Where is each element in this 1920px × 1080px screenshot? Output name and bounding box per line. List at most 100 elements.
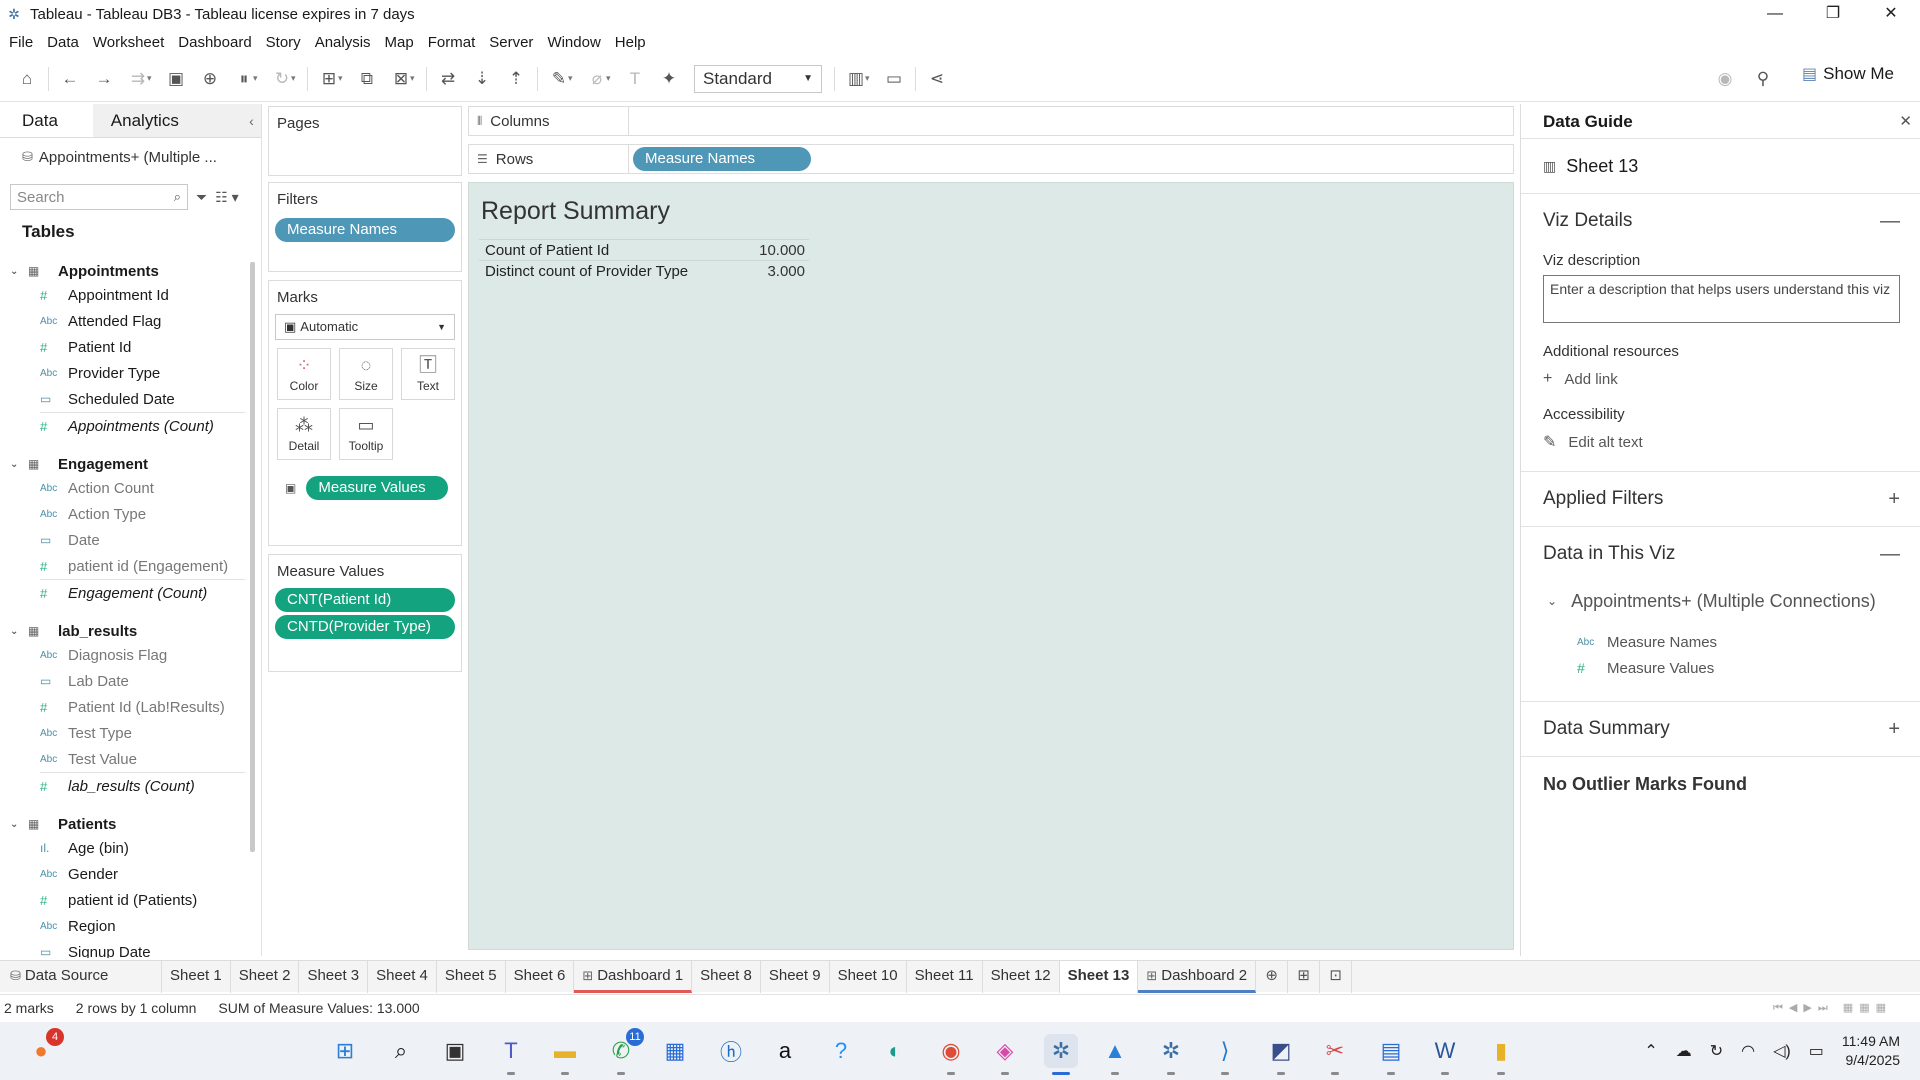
format-painter-icon[interactable]: ⚲ (1746, 62, 1780, 96)
battery-icon[interactable]: ▭ (1809, 1041, 1824, 1061)
field-item[interactable]: # Patient Id (Lab!Results) (40, 694, 246, 720)
close-icon[interactable]: ✕ (1899, 112, 1912, 130)
table-row[interactable]: Count of Patient Id 10.000 (479, 239, 809, 260)
search-input[interactable]: Search ⌕ (10, 184, 188, 210)
field-item[interactable]: Abc Diagnosis Flag (40, 642, 246, 668)
color-button[interactable]: ⁘ Color (277, 348, 331, 400)
new-datasource-icon[interactable]: ⊕ (193, 62, 227, 96)
menu-help[interactable]: Help (615, 34, 646, 51)
field-item[interactable]: Abc Gender (40, 861, 246, 887)
menu-story[interactable]: Story (266, 34, 301, 51)
sheet-tab[interactable]: Sheet 11 (907, 960, 983, 993)
collapse-icon[interactable]: — (1880, 210, 1900, 233)
whatsapp-icon[interactable]: ✆ 11 (604, 1028, 644, 1075)
menu-format[interactable]: Format (428, 34, 476, 51)
mark-type-select[interactable]: ▣ Automatic ▼ (275, 314, 455, 340)
sheet-tab[interactable]: Sheet 12 (983, 960, 1060, 993)
chrome-icon[interactable]: ◉ (934, 1034, 968, 1075)
sheet-tab[interactable]: Sheet 4 (368, 960, 437, 993)
measure-pill[interactable]: CNT(Patient Id) (275, 588, 455, 612)
word-icon[interactable]: W (1428, 1034, 1462, 1075)
sheet-tab[interactable]: Sheet 1 (162, 960, 231, 993)
sheet-tab[interactable]: Sheet 5 (437, 960, 506, 993)
columns-shelf[interactable]: ⦀ Columns (468, 106, 1514, 136)
fit-select[interactable]: Standard ▼ (694, 64, 822, 93)
powerbi-icon[interactable]: ▮ (1484, 1034, 1518, 1075)
rows-shelf[interactable]: ☰ Rows Measure Names (468, 144, 1514, 174)
edge-icon[interactable]: ◐ (878, 1034, 912, 1068)
field-item[interactable]: Abc Action Count (40, 475, 246, 501)
sync-icon[interactable]: ↻ (1710, 1041, 1723, 1061)
field-item[interactable]: ıl. Age (bin) (40, 835, 246, 861)
tab-data-source[interactable]: ⛁ Data Source (0, 960, 162, 993)
expand-icon[interactable]: + (1888, 718, 1900, 741)
clock[interactable]: 11:49 AM 9/4/2025 (1842, 1032, 1900, 1070)
copilot-icon[interactable]: ◈ (988, 1034, 1022, 1075)
sheet-tab-active[interactable]: Sheet 13 (1059, 960, 1139, 993)
field-item[interactable]: ▭ Date (40, 527, 246, 553)
task-view-icon[interactable]: ▣ (438, 1034, 472, 1068)
collapse-icon[interactable]: — (1880, 543, 1900, 566)
field-item[interactable]: # lab_results (Count) (40, 773, 246, 799)
tab-analytics[interactable]: Analytics (92, 104, 242, 137)
dashboard-tab[interactable]: ⊞ Dashboard 2 (1138, 960, 1257, 993)
redo-icon[interactable]: → (87, 62, 121, 96)
menu-analysis[interactable]: Analysis (315, 34, 371, 51)
field-item[interactable]: # Patient Id (40, 334, 246, 360)
amazon-icon[interactable]: a (768, 1034, 802, 1068)
menu-dashboard[interactable]: Dashboard (178, 34, 251, 51)
add-link-button[interactable]: + Add link (1521, 366, 1920, 392)
teams-icon[interactable]: T (494, 1034, 528, 1075)
guide-field-item[interactable]: Abc Measure Names (1521, 629, 1920, 655)
dashboard-tab[interactable]: ⊞ Dashboard 1 (574, 960, 693, 993)
data-pane-scrollbar[interactable] (250, 262, 255, 852)
field-item[interactable]: ▭ Signup Date (40, 939, 246, 959)
field-item[interactable]: # Engagement (Count) (40, 580, 246, 606)
tooltip-button[interactable]: ▭ Tooltip (339, 408, 393, 460)
menu-window[interactable]: Window (547, 34, 600, 51)
field-item[interactable]: Abc Provider Type (40, 360, 246, 386)
rows-pill[interactable]: Measure Names (633, 147, 811, 171)
field-item[interactable]: ▭ Lab Date (40, 668, 246, 694)
field-item[interactable]: # patient id (Engagement) (40, 553, 246, 579)
tableau-prep-icon[interactable]: ✲ (1154, 1034, 1188, 1075)
viz-canvas[interactable]: Report Summary Count of Patient Id 10.00… (468, 182, 1514, 950)
sheet-tab[interactable]: Sheet 9 (761, 960, 830, 993)
measure-pill[interactable]: CNTD(Provider Type) (275, 615, 455, 639)
new-story-icon[interactable]: ⊡ (1320, 960, 1353, 993)
field-item[interactable]: Abc Test Value (40, 746, 246, 772)
share-icon[interactable]: ⋖ (920, 62, 954, 96)
sheet-tab[interactable]: Sheet 6 (506, 960, 575, 993)
duplicate-sheet-icon[interactable]: ⧉ (350, 62, 384, 96)
expand-icon[interactable]: + (1888, 488, 1900, 511)
field-item[interactable]: # Appointment Id (40, 282, 246, 308)
cell-value[interactable]: 10.000 (759, 240, 805, 260)
filter-pill[interactable]: Measure Names (275, 218, 455, 242)
restore-button[interactable]: ❐ (1804, 0, 1862, 28)
guide-field-item[interactable]: # Measure Values (1521, 655, 1920, 681)
tab-data[interactable]: Data (0, 104, 93, 137)
notepad-icon[interactable]: ▤ (1374, 1034, 1408, 1075)
sheet-tab[interactable]: Sheet 8 (692, 960, 761, 993)
filters-card[interactable]: Filters Measure Names (268, 182, 462, 272)
menu-data[interactable]: Data (47, 34, 79, 51)
size-button[interactable]: ◌ Size (339, 348, 393, 400)
table-group-engagement[interactable]: ⌄ ▦ Engagement (0, 453, 246, 475)
cloud-icon[interactable]: ☁ (1676, 1041, 1692, 1061)
field-item[interactable]: # patient id (Patients) (40, 887, 246, 913)
data-summary-section[interactable]: Data Summary + (1521, 702, 1920, 756)
applied-filters-section[interactable]: Applied Filters + (1521, 472, 1920, 526)
field-item[interactable]: Abc Action Type (40, 501, 246, 527)
detail-button[interactable]: ⁂ Detail (277, 408, 331, 460)
view-options-icon[interactable]: ☷ ▾ (215, 189, 238, 206)
pages-card[interactable]: Pages (268, 106, 462, 176)
fix-axes-icon[interactable]: ✦ (652, 62, 686, 96)
sheet-tab[interactable]: Sheet 10 (830, 960, 907, 993)
text-button[interactable]: 🅃 Text (401, 348, 455, 400)
new-dashboard-icon[interactable]: ⊞ (1288, 960, 1321, 993)
chevron-down-icon[interactable]: ⌄ (10, 819, 24, 830)
table-group-patients[interactable]: ⌄ ▦ Patients (0, 813, 246, 835)
sheet-navigation-icon[interactable]: ⏮◀▶⏭ ▦▦▦ (1773, 1001, 1892, 1015)
viz-details-section[interactable]: Viz Details — (1521, 194, 1920, 248)
hp-icon[interactable]: ⓗ (714, 1034, 748, 1068)
